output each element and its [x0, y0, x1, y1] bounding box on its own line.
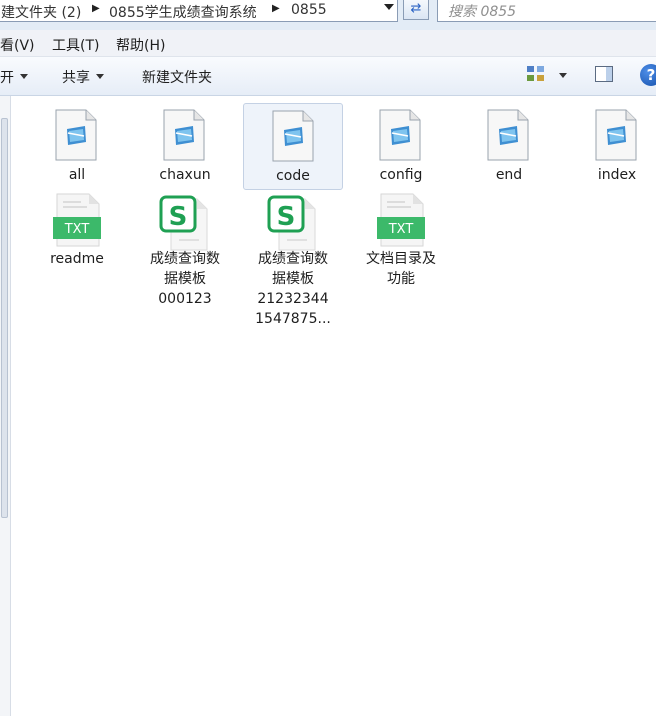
file-item[interactable]: config	[351, 103, 451, 188]
preview-pane-icon[interactable]	[595, 66, 613, 82]
notepad-document-icon	[163, 109, 205, 161]
breadcrumb-current-folder[interactable]: 0855	[291, 2, 327, 18]
menu-help[interactable]: 帮助(H)	[116, 35, 165, 55]
refresh-button[interactable]: ⇄	[403, 0, 429, 20]
file-name-line: code	[276, 168, 310, 184]
file-name-line: 据模板	[164, 271, 206, 287]
file-name-line: 1547875...	[255, 311, 331, 327]
file-name: 成绩查询数据模板 000123	[135, 249, 235, 312]
file-item[interactable]: S 成绩查询数据模板 000123	[135, 191, 235, 312]
txt-file-icon: TXT	[53, 193, 101, 247]
notepad-document-icon	[272, 110, 314, 162]
file-name-line: config	[379, 167, 423, 183]
menu-tools[interactable]: 工具(T)	[52, 35, 99, 55]
navigation-scrollbar[interactable]	[1, 118, 8, 518]
file-name-line: 成绩查询数	[150, 251, 220, 267]
file-name: end	[459, 165, 559, 188]
svg-text:TXT: TXT	[64, 222, 90, 237]
address-bar[interactable]: 建文件夹 (2) ▶ 0855学生成绩查询系统 ▶ 0855	[0, 0, 398, 22]
search-input[interactable]: 搜索 0855	[437, 0, 656, 22]
file-name: all	[27, 165, 127, 188]
open-button[interactable]: 开	[0, 67, 28, 87]
file-name: readme	[27, 249, 127, 272]
txt-file-icon: TXT	[377, 193, 425, 247]
file-name: code	[244, 166, 342, 189]
notepad-document-icon	[595, 109, 637, 161]
file-item[interactable]: end	[459, 103, 559, 188]
menu-view[interactable]: 看(V)	[0, 35, 35, 55]
svg-text:TXT: TXT	[388, 222, 414, 237]
breadcrumb-separator-icon[interactable]: ▶	[92, 3, 100, 14]
share-button[interactable]: 共享	[62, 67, 104, 87]
breadcrumb-parent-folder[interactable]: 建文件夹 (2)	[1, 2, 81, 22]
wps-spreadsheet-icon: S	[267, 195, 316, 251]
file-item[interactable]: TXT 文档目录及功能	[351, 191, 451, 292]
file-name-line: end	[495, 167, 523, 183]
file-item[interactable]: index	[567, 103, 656, 188]
wps-spreadsheet-icon: S	[159, 195, 208, 251]
file-name-line: 000123	[158, 291, 212, 307]
chevron-down-icon	[20, 74, 28, 79]
file-name-line: chaxun	[159, 167, 211, 183]
file-name-line: 功能	[387, 271, 415, 287]
command-toolbar: 开 共享 新建文件夹	[0, 57, 656, 96]
open-label: 开	[0, 70, 14, 86]
file-name: config	[351, 165, 451, 188]
file-name-line: all	[68, 167, 86, 183]
file-item[interactable]: TXT readme	[27, 191, 127, 272]
svg-text:S: S	[277, 202, 296, 232]
breadcrumb-system-folder[interactable]: 0855学生成绩查询系统	[109, 2, 257, 22]
address-history-dropdown-icon[interactable]	[384, 4, 394, 10]
address-bar-row: 建文件夹 (2) ▶ 0855学生成绩查询系统 ▶ 0855 ⇄ 搜索 0855	[0, 0, 656, 30]
refresh-icon: ⇄	[410, 1, 422, 16]
file-name-line: 21232344	[257, 291, 329, 307]
file-name-line: index	[597, 167, 637, 183]
file-name: chaxun	[135, 165, 235, 188]
svg-text:S: S	[169, 202, 188, 232]
file-name: index	[567, 165, 656, 188]
chevron-down-icon	[96, 74, 104, 79]
search-placeholder: 搜索 0855	[448, 4, 517, 20]
file-name-line: 文档目录及	[366, 251, 436, 267]
menu-bar: 看(V) 工具(T) 帮助(H)	[0, 30, 656, 57]
file-item[interactable]: all	[27, 103, 127, 188]
change-view-icon[interactable]	[527, 66, 545, 82]
share-label: 共享	[62, 70, 90, 86]
view-options-dropdown-icon[interactable]	[559, 73, 567, 78]
notepad-document-icon	[487, 109, 529, 161]
file-name-line: readme	[50, 251, 104, 267]
file-name-line: 据模板	[272, 271, 314, 287]
notepad-document-icon	[379, 109, 421, 161]
file-item[interactable]: S 成绩查询数据模板 21232344 1547875...	[243, 191, 343, 332]
file-item[interactable]: code	[243, 103, 343, 190]
file-name: 成绩查询数据模板 21232344 1547875...	[243, 249, 343, 332]
notepad-document-icon	[55, 109, 97, 161]
help-icon[interactable]: ?	[640, 64, 656, 86]
file-name-line: 成绩查询数	[258, 251, 328, 267]
breadcrumb-separator-icon[interactable]: ▶	[272, 3, 280, 14]
new-folder-button[interactable]: 新建文件夹	[142, 67, 212, 87]
file-item[interactable]: chaxun	[135, 103, 235, 188]
file-name: 文档目录及 功能	[351, 249, 451, 292]
